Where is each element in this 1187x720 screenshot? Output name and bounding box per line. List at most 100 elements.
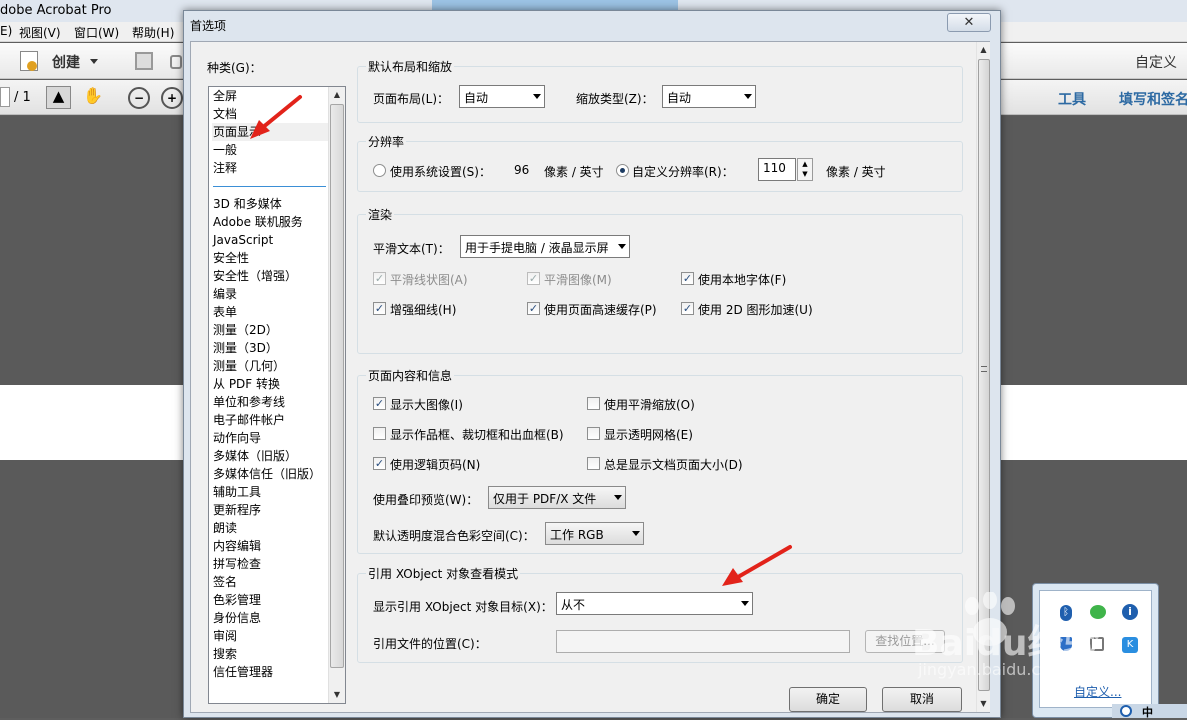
category-item[interactable]: 3D 和多媒体 [212,195,328,213]
close-button[interactable]: ✕ [947,13,991,32]
ok-button[interactable]: 确定 [789,687,867,712]
category-item[interactable]: Adobe 联机服务 [212,213,328,231]
category-item[interactable]: JavaScript [212,231,328,249]
resolution-spinner[interactable]: ▲ ▼ [797,158,813,181]
blend-space-label: 默认透明度混合色彩空间(C)： [373,529,535,543]
category-item[interactable]: 全屏 [212,87,328,105]
page-layout-select[interactable]: 自动 [459,85,545,108]
zoom-type-select[interactable]: 自动 [662,85,756,108]
kk-icon[interactable]: K [1122,637,1138,653]
xobject-target-select[interactable]: 从不 [556,592,753,615]
category-item[interactable]: 朗读 [212,519,328,537]
browse-location-button[interactable]: 查找位置... [865,630,945,653]
print-icon[interactable] [170,55,182,69]
render-checkbox[interactable]: ✓ [373,272,386,285]
category-item[interactable]: 多媒体信任（旧版） [212,465,328,483]
category-item[interactable]: 注释 [212,159,328,177]
category-item[interactable]: 单位和参考线 [212,393,328,411]
category-item[interactable]: 信任管理器 [212,663,328,681]
render-checkbox[interactable]: ✓ [527,302,540,315]
select-tool-icon[interactable]: ▲ [46,86,71,109]
menu-edit[interactable]: E) [0,24,12,38]
content-checkbox[interactable] [373,427,386,440]
category-scrollbar[interactable]: ▲ ▼ [328,87,345,703]
category-item[interactable]: 从 PDF 转换 [212,375,328,393]
custom-resolution-radio[interactable] [616,164,629,177]
category-item[interactable]: 测量（几何） [212,357,328,375]
menu-window[interactable]: 窗口(W) [74,24,119,41]
category-item[interactable]: 安全性 [212,249,328,267]
render-checkbox[interactable]: ✓ [681,302,694,315]
taskbar: 中 [1112,704,1187,719]
menu-view[interactable]: 视图(V) [19,24,61,41]
hand-tool-icon[interactable]: ✋ [81,86,105,109]
category-item[interactable]: 测量（2D） [212,321,328,339]
category-item[interactable]: 安全性（增强） [212,267,328,285]
dialog-scroll-thumb[interactable] [978,59,990,691]
blend-space-select[interactable]: 工作 RGB [545,522,644,545]
chevron-down-icon [533,94,541,99]
tools-pane-button[interactable]: 工具 [1058,89,1086,109]
system-setting-radio[interactable] [373,164,386,177]
category-scroll-thumb[interactable] [330,104,344,668]
content-checkbox[interactable] [587,397,600,410]
bluetooth-icon[interactable]: ᛒ [1060,605,1072,621]
render-checkbox[interactable]: ✓ [373,302,386,315]
cancel-button[interactable]: 取消 [882,687,962,712]
create-dropdown-icon[interactable] [90,59,98,64]
page-number-input[interactable] [0,87,10,107]
menu-help[interactable]: 帮助(H) [132,24,174,41]
info-icon[interactable]: i [1122,604,1138,620]
fill-sign-pane-button[interactable]: 填写和签名 [1119,89,1187,109]
wechat-icon[interactable] [1090,605,1106,619]
category-item[interactable]: 辅助工具 [212,483,328,501]
shield-icon[interactable] [1060,637,1072,651]
category-item[interactable]: 搜索 [212,645,328,663]
category-item[interactable]: 文档 [212,105,328,123]
customize-button[interactable]: 自定义 [1135,52,1177,72]
scroll-down-icon[interactable]: ▼ [329,687,345,703]
tray-customize-link[interactable]: 自定义... [1074,683,1121,700]
category-list[interactable]: 全屏 文档 页面显示 一般 注释 3D 和多媒体 Adobe 联机服务 JavaScript 安… [208,86,346,704]
smooth-text-value: 用于手提电脑 / 液晶显示屏 [465,241,609,255]
category-item[interactable]: 多媒体（旧版） [212,447,328,465]
content-checkbox[interactable] [587,457,600,470]
content-checkbox[interactable] [587,427,600,440]
category-item[interactable]: 色彩管理 [212,591,328,609]
category-item[interactable]: 拼写检查 [212,555,328,573]
category-item[interactable]: 签名 [212,573,328,591]
render-checkbox[interactable]: ✓ [681,272,694,285]
category-item[interactable]: 电子邮件帐户 [212,411,328,429]
category-item[interactable]: 动作向导 [212,429,328,447]
category-item[interactable]: 身份信息 [212,609,328,627]
render-checkbox-label: 使用 2D 图形加速(U) [698,303,813,317]
page-content-group: 页面内容和信息 ✓ 显示大图像(I) 使用平滑缩放(O) 显示作品框、裁切框和出血框(… [357,367,963,554]
category-item[interactable]: 表单 [212,303,328,321]
category-item[interactable]: 编录 [212,285,328,303]
zoom-in-icon[interactable]: + [161,87,183,109]
category-item[interactable]: 页面显示 [212,123,328,141]
custom-resolution-input[interactable]: 110 [758,158,796,181]
content-checkbox[interactable]: ✓ [373,397,386,410]
create-button[interactable]: 创建 [52,52,80,72]
content-checkbox[interactable]: ✓ [373,457,386,470]
smooth-text-select[interactable]: 用于手提电脑 / 液晶显示屏 [460,235,630,258]
render-checkbox[interactable]: ✓ [527,272,540,285]
category-item[interactable]: 测量（3D） [212,339,328,357]
save-icon[interactable] [135,52,153,70]
category-item[interactable]: 审阅 [212,627,328,645]
overprint-select[interactable]: 仅用于 PDF/X 文件 [488,486,626,509]
scroll-down-icon[interactable]: ▼ [977,696,990,712]
search-icon[interactable] [1120,705,1132,717]
scroll-up-icon[interactable]: ▲ [329,87,345,103]
category-item[interactable]: 更新程序 [212,501,328,519]
render-checkbox-label: 使用本地字体(F) [698,273,787,287]
dialog-scrollbar[interactable]: ▲ ▼ [976,42,990,712]
file-location-input[interactable] [556,630,850,653]
app-title: dobe Acrobat Pro [0,3,112,18]
category-item[interactable]: 一般 [212,141,328,159]
scroll-up-icon[interactable]: ▲ [977,42,990,58]
category-item[interactable]: 内容编辑 [212,537,328,555]
zoom-out-icon[interactable]: − [128,87,150,109]
usb-icon[interactable] [1090,637,1104,651]
